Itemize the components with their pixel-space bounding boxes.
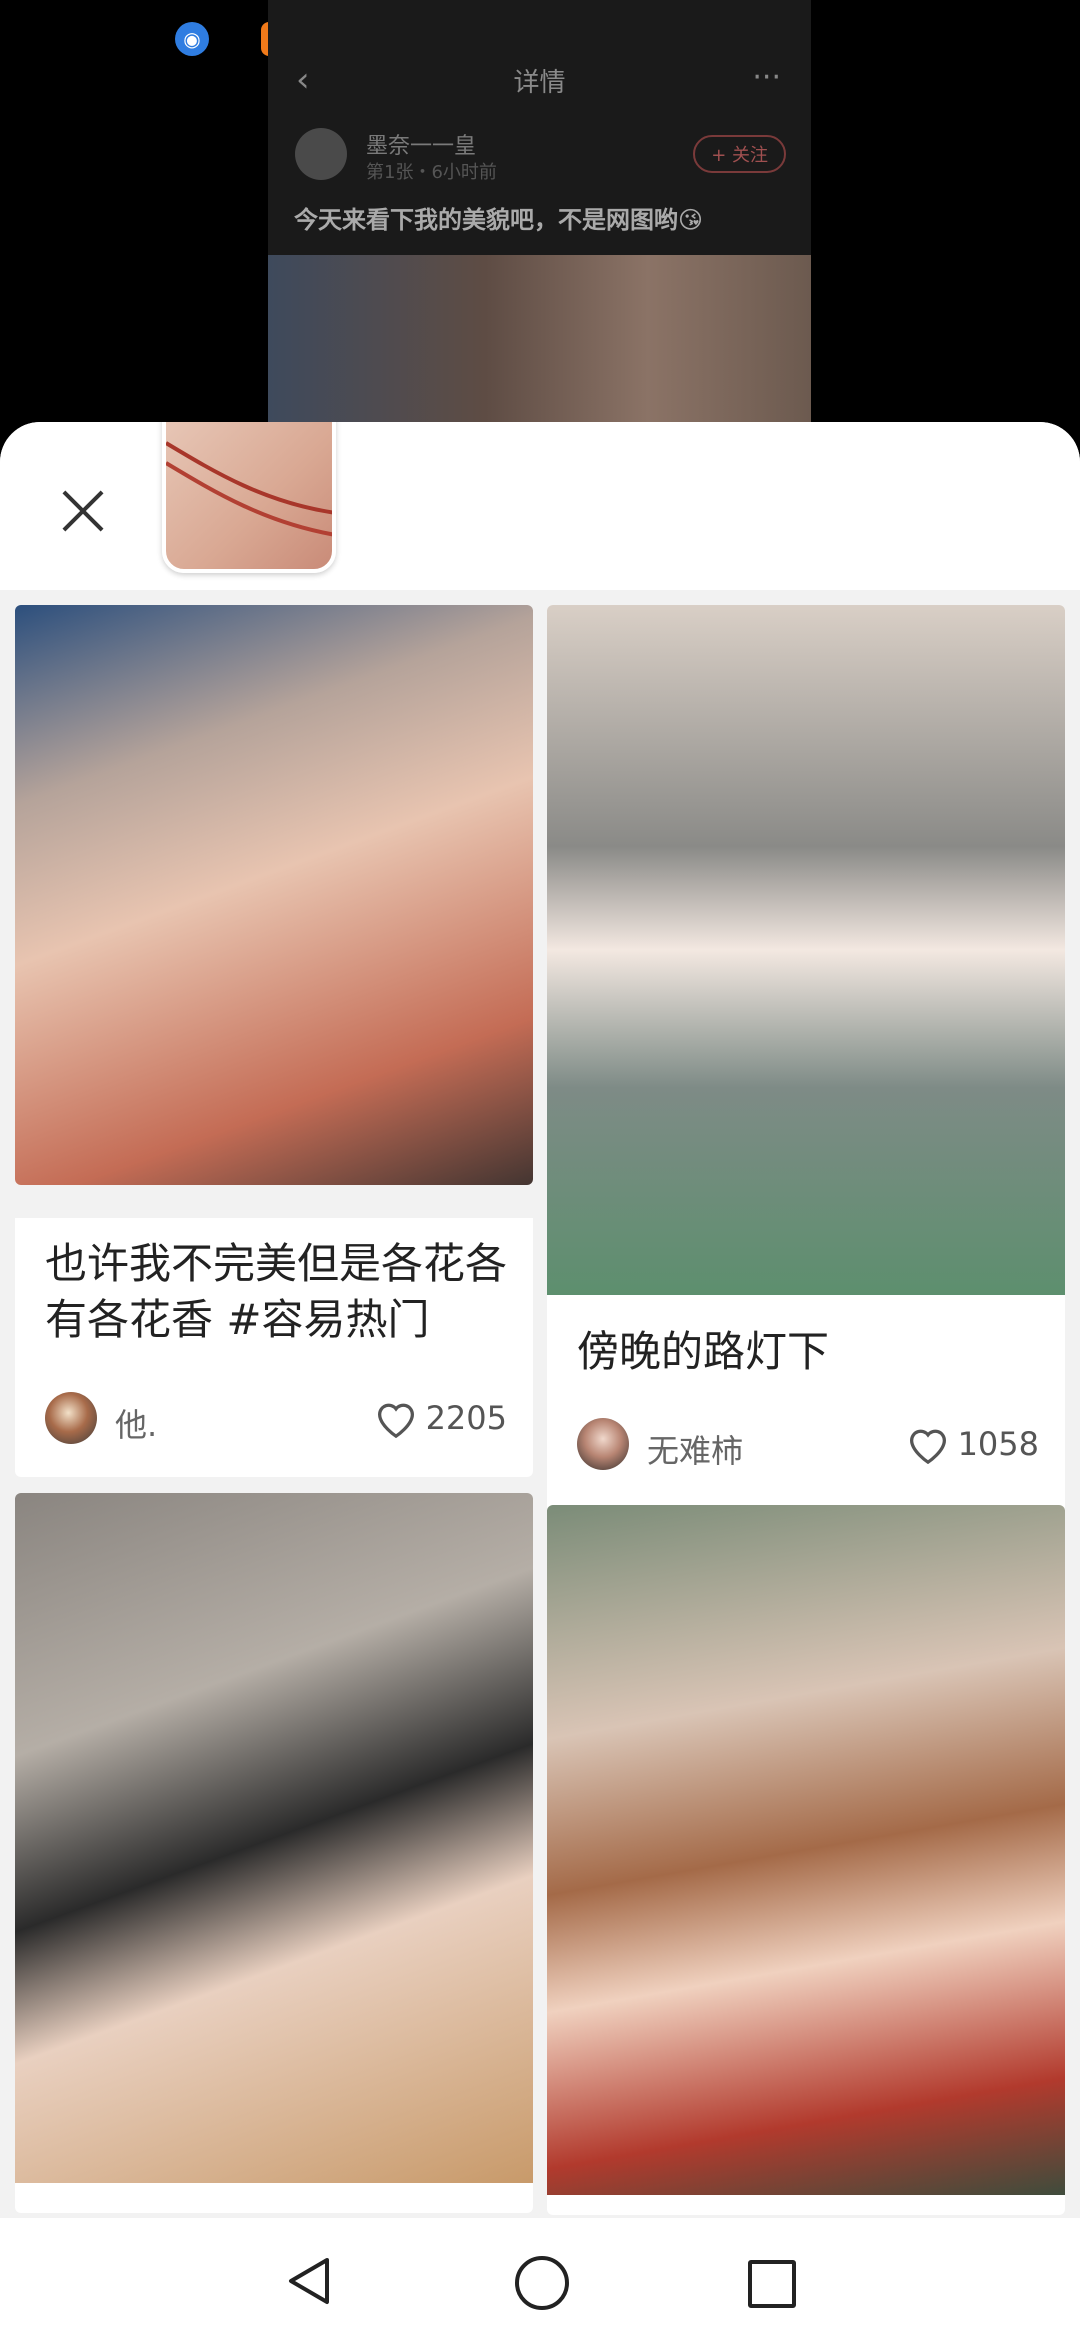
heart-icon	[909, 1429, 946, 1464]
card-meta: 无难柿 1058	[577, 1418, 1039, 1474]
card-meta: 他. 2205	[45, 1392, 507, 1448]
card-image[interactable]	[15, 1493, 533, 2183]
background-screen: ◉ ▶ ⌕ ▯ ‹ 详情 ··· 墨奈一一皇 第1张・6小时前 + 关注 今天来…	[0, 0, 1080, 440]
home-icon[interactable]	[515, 2256, 569, 2310]
browser-icon: ◉	[175, 22, 209, 56]
user-subtitle: 第1张・6小时前	[366, 162, 497, 183]
like-count: 2205	[425, 1399, 507, 1437]
more-icon: ···	[752, 60, 781, 95]
post-text: 今天来看下我的美貌吧，不是网图哟😘	[294, 206, 704, 234]
feed-card-footer[interactable]: 也许我不完美但是各花各有各花香 #容易热门 他. 2205	[15, 1218, 533, 1477]
feed-card[interactable]	[547, 1505, 1065, 2215]
card-title: 也许我不完美但是各花各有各花香 #容易热门	[45, 1239, 508, 1344]
like-count: 1058	[957, 1425, 1039, 1463]
like-button[interactable]: 2205	[374, 1398, 507, 1438]
like-button[interactable]: 1058	[906, 1424, 1039, 1464]
back-icon[interactable]	[285, 2256, 333, 2306]
thumbnail-image	[166, 441, 332, 537]
card-image[interactable]	[547, 605, 1065, 1295]
card-title: 傍晚的路灯下	[577, 1327, 830, 1376]
background-detail-page: ‹ 详情 ··· 墨奈一一皇 第1张・6小时前 + 关注 今天来看下我的美貌吧，…	[268, 0, 811, 440]
search-result-sheet: 也许我不完美但是各花各有各花香 #容易热门 他. 2205 傍晚的路灯下 无难柿…	[0, 422, 1080, 2340]
detail-header: ‹ 详情 ···	[268, 60, 811, 100]
recent-apps-icon[interactable]	[748, 2260, 796, 2308]
user-name: 墨奈一一皇	[366, 134, 477, 159]
card-image[interactable]	[547, 1505, 1065, 2195]
feed-card[interactable]	[15, 1493, 533, 2213]
feed-card[interactable]	[15, 605, 533, 1185]
system-navigation-bar	[0, 2218, 1080, 2340]
heart-icon	[377, 1403, 414, 1438]
card-image[interactable]	[15, 605, 533, 1185]
author-avatar[interactable]	[45, 1392, 97, 1444]
close-button[interactable]	[52, 480, 112, 540]
detail-title: 详情	[513, 68, 566, 98]
post-photo	[268, 255, 811, 440]
author-name[interactable]: 他.	[115, 1400, 157, 1446]
feed-card[interactable]: 傍晚的路灯下 无难柿 1058	[547, 605, 1065, 1513]
follow-button: + 关注	[693, 135, 786, 173]
author-avatar[interactable]	[577, 1418, 629, 1470]
search-image-thumbnail[interactable]	[162, 422, 336, 573]
avatar	[295, 128, 347, 180]
author-name[interactable]: 无难柿	[647, 1426, 743, 1472]
